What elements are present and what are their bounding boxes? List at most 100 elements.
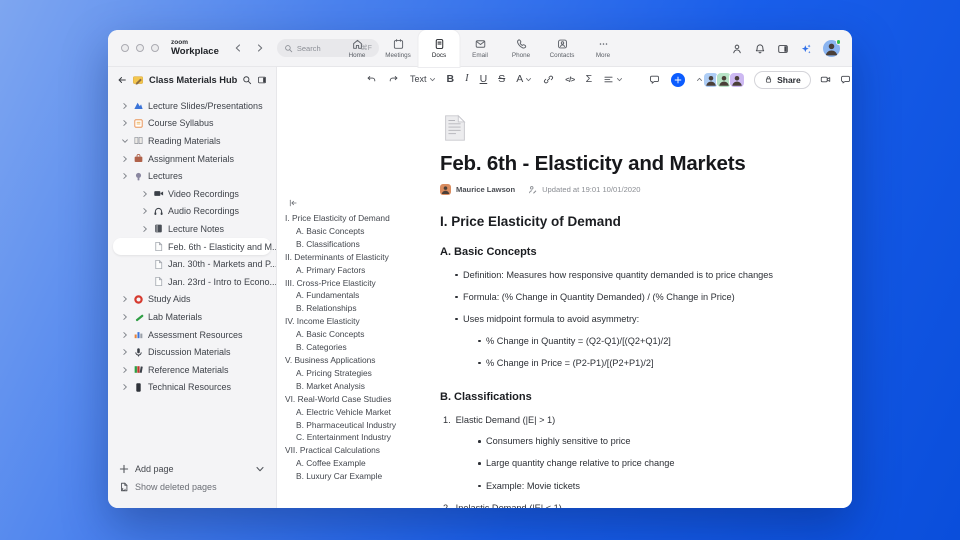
italic-button[interactable]: I — [465, 74, 469, 85]
chevron-right-icon[interactable] — [121, 119, 129, 127]
document-page-icon[interactable] — [440, 113, 470, 143]
toc-item[interactable]: C. Entertainment Industry — [285, 431, 435, 444]
doc-sub-bullet-item[interactable]: Example: Movie tickets — [440, 481, 842, 492]
notifications-bell-icon[interactable] — [754, 43, 766, 55]
minimize-window-button[interactable] — [136, 44, 144, 52]
text-style-dropdown[interactable]: Text — [410, 75, 436, 84]
chevron-right-icon[interactable] — [121, 348, 129, 356]
chevron-right-icon[interactable] — [121, 366, 129, 374]
tree-item-jan-30th-markets-and-p[interactable]: Jan. 30th - Markets and P... — [108, 255, 276, 273]
sidebar-search-icon[interactable] — [242, 75, 252, 85]
comment-button[interactable] — [649, 74, 660, 85]
tree-item-discussion-materials[interactable]: Discussion Materials — [108, 343, 276, 361]
sidebar-panel-icon[interactable] — [257, 75, 267, 85]
tab-more[interactable]: More — [583, 30, 624, 67]
close-window-button[interactable] — [121, 44, 129, 52]
collapse-toc-icon[interactable] — [288, 198, 298, 208]
doc-sub-bullet-item[interactable]: Large quantity change relative to price … — [440, 458, 842, 469]
tree-item-technical-resources[interactable]: Technical Resources — [108, 379, 276, 397]
doc-numbered-item[interactable]: 1. Elastic Demand (|E| > 1) — [440, 415, 842, 425]
doc-bullet-item[interactable]: Formula: (% Change in Quantity Demanded)… — [440, 292, 842, 303]
toc-item[interactable]: B. Categories — [285, 341, 435, 354]
chevron-right-icon[interactable] — [121, 313, 129, 321]
chevron-right-icon[interactable] — [141, 225, 149, 233]
toc-item[interactable]: A. Basic Concepts — [285, 225, 435, 238]
doc-heading-3[interactable]: B. Classifications — [440, 391, 842, 403]
equation-button[interactable]: Σ — [586, 74, 593, 85]
chevron-down-icon[interactable] — [255, 464, 265, 474]
strikethrough-button[interactable]: S — [498, 74, 505, 85]
link-button[interactable] — [543, 74, 554, 85]
list-format-dropdown[interactable] — [603, 74, 623, 85]
toc-item[interactable]: B. Pharmaceutical Industry — [285, 419, 435, 432]
toc-item[interactable]: B. Luxury Car Example — [285, 470, 435, 483]
tab-meetings[interactable]: Meetings — [378, 30, 419, 67]
toc-item[interactable]: I. Price Elasticity of Demand — [285, 212, 435, 225]
doc-bullet-item[interactable]: Definition: Measures how responsive quan… — [440, 270, 842, 281]
tree-item-lab-materials[interactable]: Lab Materials — [108, 308, 276, 326]
tree-item-course-syllabus[interactable]: Course Syllabus — [108, 115, 276, 133]
profile-icon[interactable] — [731, 43, 743, 55]
document-title[interactable]: Feb. 6th - Elasticity and Markets — [440, 152, 842, 176]
chevron-right-icon[interactable] — [141, 207, 149, 215]
chevron-right-icon[interactable] — [121, 383, 129, 391]
tab-phone[interactable]: Phone — [501, 30, 542, 67]
toc-item[interactable]: VI. Real-World Case Studies — [285, 393, 435, 406]
text-color-dropdown[interactable]: A — [516, 74, 532, 85]
toc-item[interactable]: A. Basic Concepts — [285, 328, 435, 341]
tree-item-assessment-resources[interactable]: Assessment Resources — [108, 326, 276, 344]
underline-button[interactable]: U — [480, 74, 488, 85]
toc-item[interactable]: A. Fundamentals — [285, 289, 435, 302]
toc-item[interactable]: III. Cross-Price Elasticity — [285, 277, 435, 290]
doc-sub-bullet-item[interactable]: % Change in Price = (P2-P1)/[(P2+P1)/2] — [440, 358, 842, 369]
collaborator-avatar-3[interactable] — [729, 71, 746, 88]
forward-arrow-icon[interactable] — [255, 43, 265, 53]
doc-sub-bullet-item[interactable]: % Change in Quantity = (Q2-Q1)/[(Q2+Q1)/… — [440, 336, 842, 347]
chevron-down-icon[interactable] — [121, 137, 129, 145]
tab-home[interactable]: Home — [337, 30, 378, 67]
tree-item-reading-materials[interactable]: Reading Materials — [108, 132, 276, 150]
tree-item-assignment-materials[interactable]: Assignment Materials — [108, 150, 276, 168]
sidebar-back-icon[interactable] — [117, 75, 127, 85]
toc-item[interactable]: II. Determinants of Elasticity — [285, 251, 435, 264]
add-page-button[interactable]: Add page — [119, 460, 265, 478]
tree-item-lecture-slides-presentations[interactable]: Lecture Slides/Presentations — [108, 97, 276, 115]
tree-item-study-aids[interactable]: Study Aids — [108, 291, 276, 309]
chat-button[interactable] — [840, 74, 851, 85]
share-button[interactable]: Share — [754, 70, 811, 89]
chevron-right-icon[interactable] — [121, 331, 129, 339]
panel-toggle-icon[interactable] — [777, 43, 789, 55]
doc-heading-3[interactable]: A. Basic Concepts — [440, 246, 842, 258]
insert-block-button[interactable] — [671, 72, 686, 87]
toc-item[interactable]: V. Business Applications — [285, 354, 435, 367]
tab-email[interactable]: Email — [460, 30, 501, 67]
tree-item-video-recordings[interactable]: Video Recordings — [108, 185, 276, 203]
tree-item-lectures[interactable]: Lectures — [108, 167, 276, 185]
ai-companion-icon[interactable] — [800, 43, 812, 55]
toc-item[interactable]: A. Pricing Strategies — [285, 367, 435, 380]
tree-item-audio-recordings[interactable]: Audio Recordings — [108, 203, 276, 221]
tree-item-feb-6th-elasticity-and-m[interactable]: Feb. 6th - Elasticity and M... — [113, 237, 276, 256]
chevron-right-icon[interactable] — [121, 155, 129, 163]
collapse-toolbar-button[interactable] — [696, 76, 703, 83]
tab-docs[interactable]: Docs — [418, 30, 460, 67]
toc-item[interactable]: A. Primary Factors — [285, 264, 435, 277]
chevron-right-icon[interactable] — [141, 190, 149, 198]
doc-bullet-item[interactable]: Uses midpoint formula to avoid asymmetry… — [440, 314, 842, 325]
tree-item-jan-23rd-intro-to-econo[interactable]: Jan. 23rd - Intro to Econo... — [108, 273, 276, 291]
toc-item[interactable]: IV. Income Elasticity — [285, 315, 435, 328]
tab-contacts[interactable]: Contacts — [542, 30, 583, 67]
doc-sub-bullet-item[interactable]: Consumers highly sensitive to price — [440, 436, 842, 447]
undo-button[interactable] — [366, 74, 377, 85]
code-button[interactable]: </> — [565, 76, 575, 84]
toc-item[interactable]: VII. Practical Calculations — [285, 444, 435, 457]
tree-item-lecture-notes[interactable]: Lecture Notes — [108, 220, 276, 238]
bold-button[interactable]: B — [447, 74, 455, 85]
doc-heading-2[interactable]: I. Price Elasticity of Demand — [440, 214, 842, 229]
maximize-window-button[interactable] — [151, 44, 159, 52]
toc-item[interactable]: B. Classifications — [285, 238, 435, 251]
back-arrow-icon[interactable] — [233, 43, 243, 53]
toc-item[interactable]: A. Electric Vehicle Market — [285, 406, 435, 419]
toc-item[interactable]: B. Market Analysis — [285, 380, 435, 393]
user-avatar[interactable] — [823, 39, 841, 57]
